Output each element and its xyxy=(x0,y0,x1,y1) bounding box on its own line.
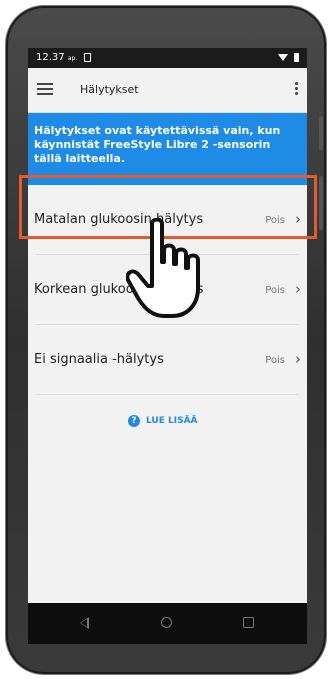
chevron-right-icon: › xyxy=(295,350,301,368)
alarm-row-no-signal[interactable]: Ei signaalia -hälytys Pois › xyxy=(28,325,307,395)
notification-icon xyxy=(84,53,91,62)
recent-apps-icon[interactable] xyxy=(243,617,254,628)
phone-screen: 12.37 ap. Hälytykset Hälytykset ovat käy… xyxy=(28,48,307,644)
back-icon[interactable] xyxy=(80,617,89,629)
wifi-icon xyxy=(278,54,288,61)
help-icon: ? xyxy=(128,415,140,427)
learn-more-label: LUE LISÄÄ xyxy=(146,416,198,426)
power-button xyxy=(319,176,323,230)
android-nav-bar xyxy=(28,603,307,644)
alarm-label: Ei signaalia -hälytys xyxy=(34,352,164,367)
more-vert-icon[interactable] xyxy=(291,82,301,98)
chevron-right-icon: › xyxy=(295,280,301,298)
hamburger-menu-icon[interactable] xyxy=(37,83,53,95)
status-time: 12.37 ap. xyxy=(36,52,78,63)
divider xyxy=(36,394,299,395)
home-icon[interactable] xyxy=(161,617,172,628)
learn-more-link[interactable]: ? LUE LISÄÄ xyxy=(128,415,198,429)
status-bar: 12.37 ap. xyxy=(28,48,307,68)
alarm-status: Pois xyxy=(265,355,285,366)
volume-button xyxy=(319,116,323,150)
page-title: Hälytykset xyxy=(80,83,139,96)
pointing-hand-icon xyxy=(126,218,200,318)
alarm-status: Pois xyxy=(265,285,285,296)
app-bar: Hälytykset xyxy=(28,68,307,113)
info-banner-text: Hälytykset ovat käytettävissä vain, kun … xyxy=(34,124,281,165)
battery-icon xyxy=(294,53,299,62)
